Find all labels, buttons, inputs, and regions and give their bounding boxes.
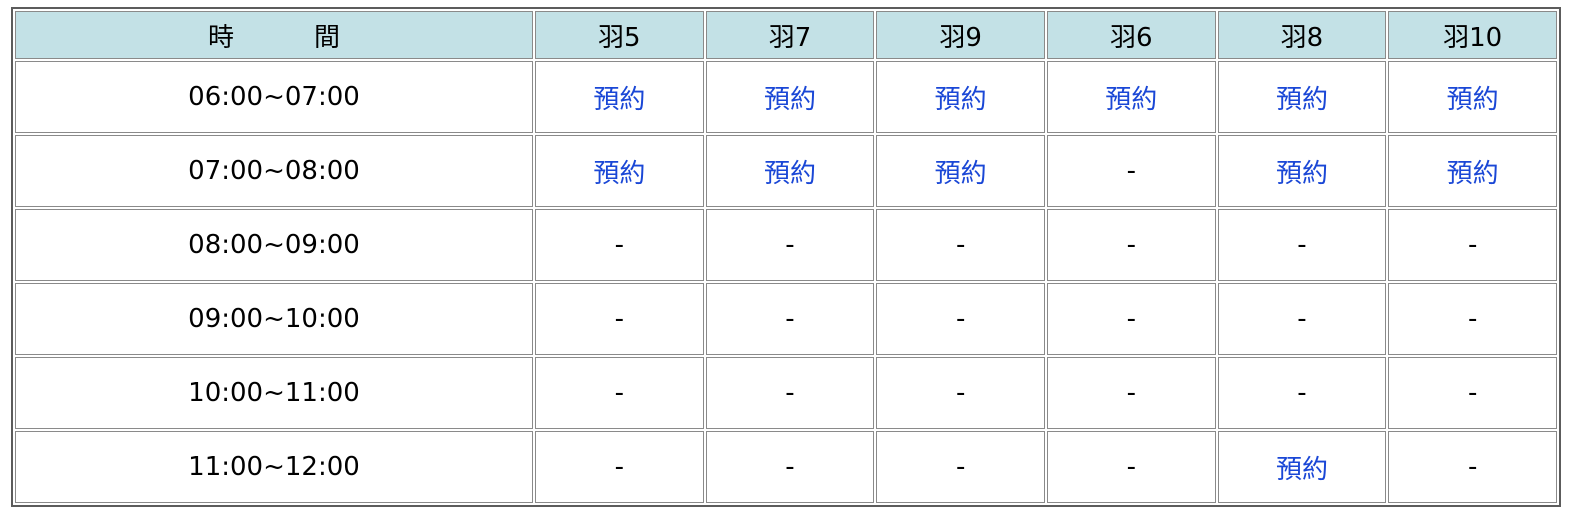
court-slot-cell: - [1046,135,1216,207]
table-row: 07:00~08:00 預約 預約 預約 - 預約 預約 [15,135,1557,207]
table-body: 06:00~07:00 預約 預約 預約 預約 預約 預約 07:00~08:00 預約 預約 預約… [15,61,1557,503]
court-header: 羽9 [876,11,1045,59]
time-slot-cell: 07:00~08:00 [15,135,533,207]
unavailable-marker: - [1467,378,1478,408]
court-header: 羽6 [1046,11,1216,59]
unavailable-marker: - [1126,304,1136,334]
court-slot-cell: - [535,431,704,503]
unavailable-marker: - [614,304,625,334]
court-slot-cell: - [876,431,1045,503]
court-slot-cell: - [1388,209,1557,281]
time-header-char-1: 時 [207,22,234,53]
court-slot-cell: - [535,209,704,281]
court-slot-cell: - [876,357,1045,429]
court-slot-cell: - [1388,357,1557,429]
court-slot-cell: - [705,431,875,503]
table-row: 10:00~11:00 - - - - - - [15,357,1557,429]
table-row: 08:00~09:00 - - - - - - [15,209,1557,281]
unavailable-marker: - [955,304,966,334]
court-slot-cell: - [1046,209,1216,281]
unavailable-marker: - [785,304,795,334]
reserve-link[interactable]: 預約 [1447,159,1499,189]
reserve-link[interactable]: 預約 [593,85,645,115]
unavailable-marker: - [1126,156,1136,186]
unavailable-marker: - [1297,378,1307,408]
court-slot-cell: 預約 [705,135,875,207]
unavailable-marker: - [1126,378,1136,408]
reserve-link[interactable]: 預約 [1447,85,1499,115]
court-slot-cell: 預約 [535,61,704,133]
unavailable-marker: - [1467,304,1478,334]
time-slot-cell: 08:00~09:00 [15,209,533,281]
unavailable-marker: - [785,378,795,408]
court-slot-cell: - [535,357,704,429]
table-row: 06:00~07:00 預約 預約 預約 預約 預約 預約 [15,61,1557,133]
reservation-table-frame: 時間 羽5 羽7 羽9 羽6 羽8 羽10 06:00~07:00 預約 預約 預約預… [11,7,1561,507]
court-header: 羽5 [535,11,704,59]
court-header: 羽10 [1388,11,1557,59]
court-slot-cell: 預約 [535,135,704,207]
unavailable-marker: - [1126,452,1136,482]
court-slot-cell: 預約 [1388,61,1557,133]
court-slot-cell: - [876,283,1045,355]
unavailable-marker: - [1297,304,1307,334]
reserve-link[interactable]: 預約 [935,85,987,115]
reserve-link[interactable]: 預約 [1276,159,1328,189]
court-slot-cell: - [1217,283,1387,355]
court-slot-cell: 預約 [876,135,1045,207]
reserve-link[interactable]: 預約 [935,159,987,189]
court-slot-cell: 預約 [1217,61,1387,133]
court-header: 羽8 [1217,11,1387,59]
time-header-char-2: 間 [314,22,341,53]
court-slot-cell: - [705,357,875,429]
unavailable-marker: - [614,378,625,408]
court-slot-cell: - [1046,283,1216,355]
time-column-header: 時間 [15,11,533,59]
unavailable-marker: - [785,452,795,482]
court-header: 羽7 [705,11,875,59]
court-slot-cell: 預約 [705,61,875,133]
unavailable-marker: - [1297,230,1307,260]
table-row: 09:00~10:00 - - - - - - [15,283,1557,355]
court-slot-cell: - [705,283,875,355]
unavailable-marker: - [955,378,966,408]
unavailable-marker: - [785,230,795,260]
time-slot-cell: 09:00~10:00 [15,283,533,355]
court-slot-cell: - [535,283,704,355]
reserve-link[interactable]: 預約 [1276,455,1328,485]
court-slot-cell: - [1388,431,1557,503]
court-slot-cell: - [876,209,1045,281]
unavailable-marker: - [955,452,966,482]
reserve-link[interactable]: 預約 [764,159,816,189]
reserve-link[interactable]: 預約 [593,159,645,189]
court-slot-cell: - [1046,431,1216,503]
reserve-link[interactable]: 預約 [1276,85,1328,115]
unavailable-marker: - [614,452,625,482]
court-slot-cell: 預約 [1046,61,1216,133]
reservation-table: 時間 羽5 羽7 羽9 羽6 羽8 羽10 06:00~07:00 預約 預約 預約預… [13,9,1559,505]
court-slot-cell: 預約 [876,61,1045,133]
reserve-link[interactable]: 預約 [764,85,816,115]
court-slot-cell: 預約 [1388,135,1557,207]
court-slot-cell: - [1046,357,1216,429]
unavailable-marker: - [1467,452,1478,482]
unavailable-marker: - [1467,230,1478,260]
unavailable-marker: - [614,230,625,260]
unavailable-marker: - [955,230,966,260]
court-slot-cell: 預約 [1217,135,1387,207]
table-row: 11:00~12:00 - - - - 預約 - [15,431,1557,503]
court-slot-cell: 預約 [1217,431,1387,503]
court-slot-cell: - [1388,283,1557,355]
time-slot-cell: 06:00~07:00 [15,61,533,133]
court-slot-cell: - [1217,357,1387,429]
unavailable-marker: - [1126,230,1136,260]
court-slot-cell: - [1217,209,1387,281]
reserve-link[interactable]: 預約 [1105,85,1157,115]
header-row: 時間 羽5 羽7 羽9 羽6 羽8 羽10 [15,11,1557,59]
court-slot-cell: - [705,209,875,281]
time-slot-cell: 11:00~12:00 [15,431,533,503]
time-slot-cell: 10:00~11:00 [15,357,533,429]
